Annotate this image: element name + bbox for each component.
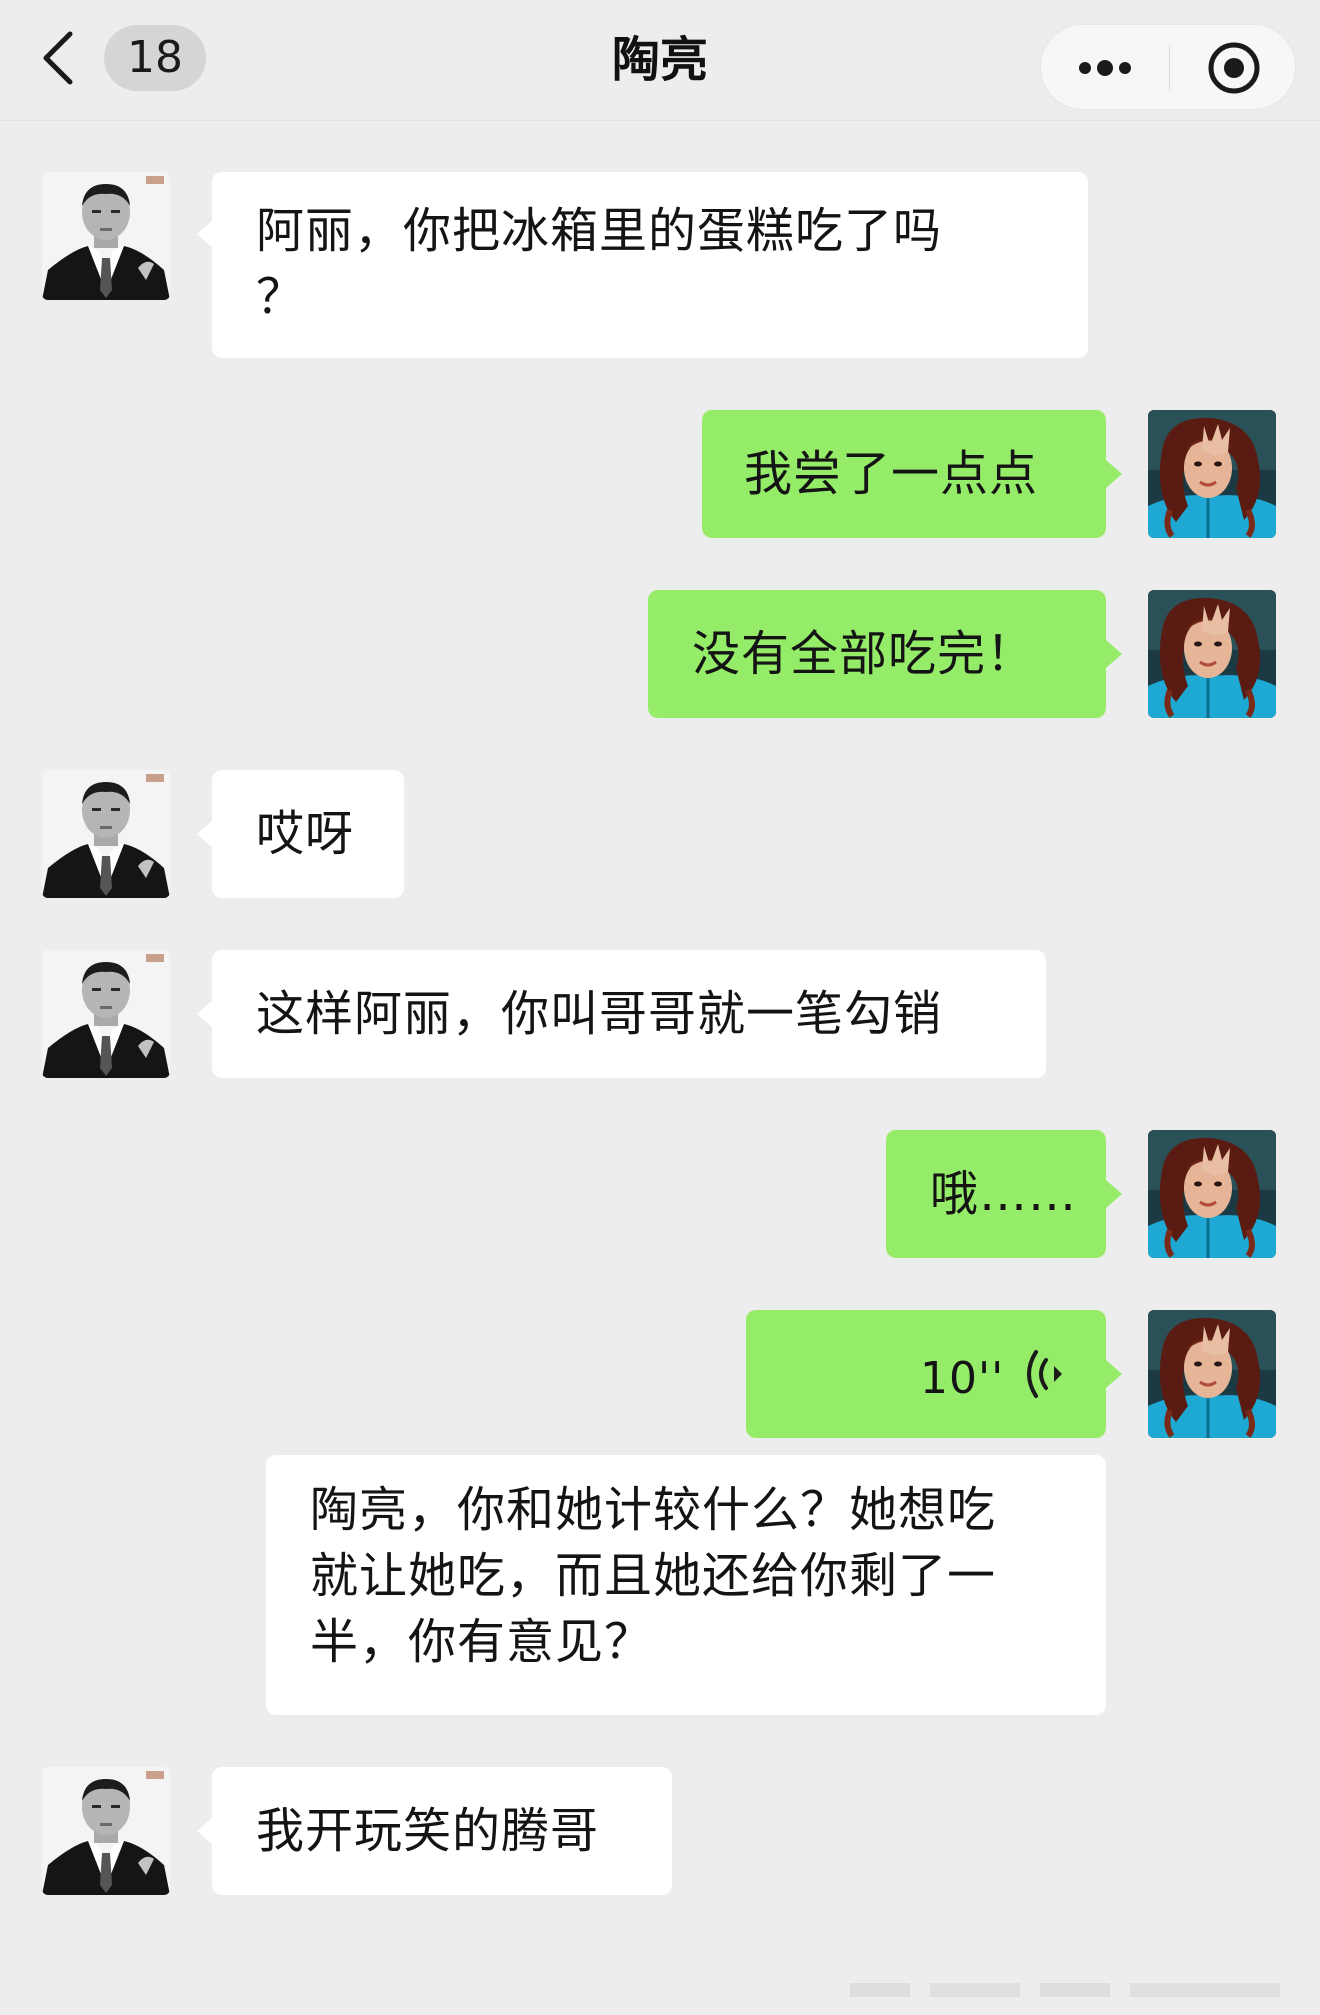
transcript-line: 陶亮，你和她计较什么？她想吃 bbox=[310, 1482, 997, 1538]
message-bubble[interactable]: 没有全部吃完！ bbox=[648, 590, 1106, 718]
message-bubble[interactable]: 我开玩笑的腾哥 bbox=[212, 1767, 672, 1895]
avatar-taoliang[interactable] bbox=[42, 950, 170, 1078]
message-text: 我开玩笑的腾哥 bbox=[256, 1803, 600, 1859]
message-bubble[interactable]: 阿丽，你把冰箱里的蛋糕吃了吗 ？ bbox=[212, 172, 1088, 358]
bubble-tail bbox=[197, 820, 213, 848]
target-circle-icon bbox=[1208, 42, 1259, 94]
avatar-ali[interactable] bbox=[1148, 590, 1276, 718]
voice-message-bubble[interactable]: 10'' bbox=[746, 1310, 1106, 1438]
transcript-line: 就让她吃，而且她还给你剩了一 bbox=[310, 1548, 997, 1604]
message-bubble[interactable]: 哦…… bbox=[886, 1130, 1106, 1258]
message-text-line: 阿丽，你把冰箱里的蛋糕吃了吗 bbox=[256, 203, 943, 259]
message-bubble[interactable]: 这样阿丽，你叫哥哥就一笔勾销 bbox=[212, 950, 1046, 1078]
bubble-tail bbox=[1106, 1180, 1122, 1208]
close-button[interactable] bbox=[1170, 25, 1297, 111]
transcript-line: 半，你有意见？ bbox=[310, 1614, 654, 1670]
avatar-ali[interactable] bbox=[1148, 410, 1276, 538]
avatar-taoliang[interactable] bbox=[42, 172, 170, 300]
bubble-tail bbox=[197, 220, 213, 248]
mini-program-capsule bbox=[1040, 24, 1296, 110]
avatar-taoliang[interactable] bbox=[42, 1767, 170, 1895]
message-text: 这样阿丽，你叫哥哥就一笔勾销 bbox=[256, 986, 943, 1042]
message-bubble[interactable]: 哎呀 bbox=[212, 770, 404, 898]
watermark-graphic bbox=[850, 1983, 1280, 1997]
voice-wave-icon bbox=[1027, 1350, 1062, 1398]
bubble-tail bbox=[1106, 640, 1122, 668]
message-text: 我尝了一点点 bbox=[744, 446, 1039, 502]
voice-duration: 10'' bbox=[920, 1353, 1005, 1404]
message-text-line: ？ bbox=[256, 269, 306, 325]
message-bubble[interactable]: 我尝了一点点 bbox=[702, 410, 1106, 538]
avatar-ali[interactable] bbox=[1148, 1130, 1276, 1258]
more-button[interactable] bbox=[1041, 25, 1169, 111]
message-text: 哎呀 bbox=[256, 806, 355, 862]
bubble-tail bbox=[1106, 460, 1122, 488]
voice-transcript-bubble[interactable]: 陶亮，你和她计较什么？她想吃 就让她吃，而且她还给你剩了一 半，你有意见？ bbox=[266, 1455, 1106, 1715]
message-text: 哦…… bbox=[930, 1166, 1078, 1222]
more-dots-icon bbox=[1079, 60, 1131, 76]
bubble-tail bbox=[1106, 1360, 1122, 1388]
nav-bar: 18 陶亮 bbox=[0, 0, 1320, 121]
bubble-tail bbox=[197, 1817, 213, 1845]
bubble-tail bbox=[197, 1000, 213, 1028]
message-text: 没有全部吃完！ bbox=[692, 626, 1036, 682]
avatar-ali[interactable] bbox=[1148, 1310, 1276, 1438]
avatar-taoliang[interactable] bbox=[42, 770, 170, 898]
